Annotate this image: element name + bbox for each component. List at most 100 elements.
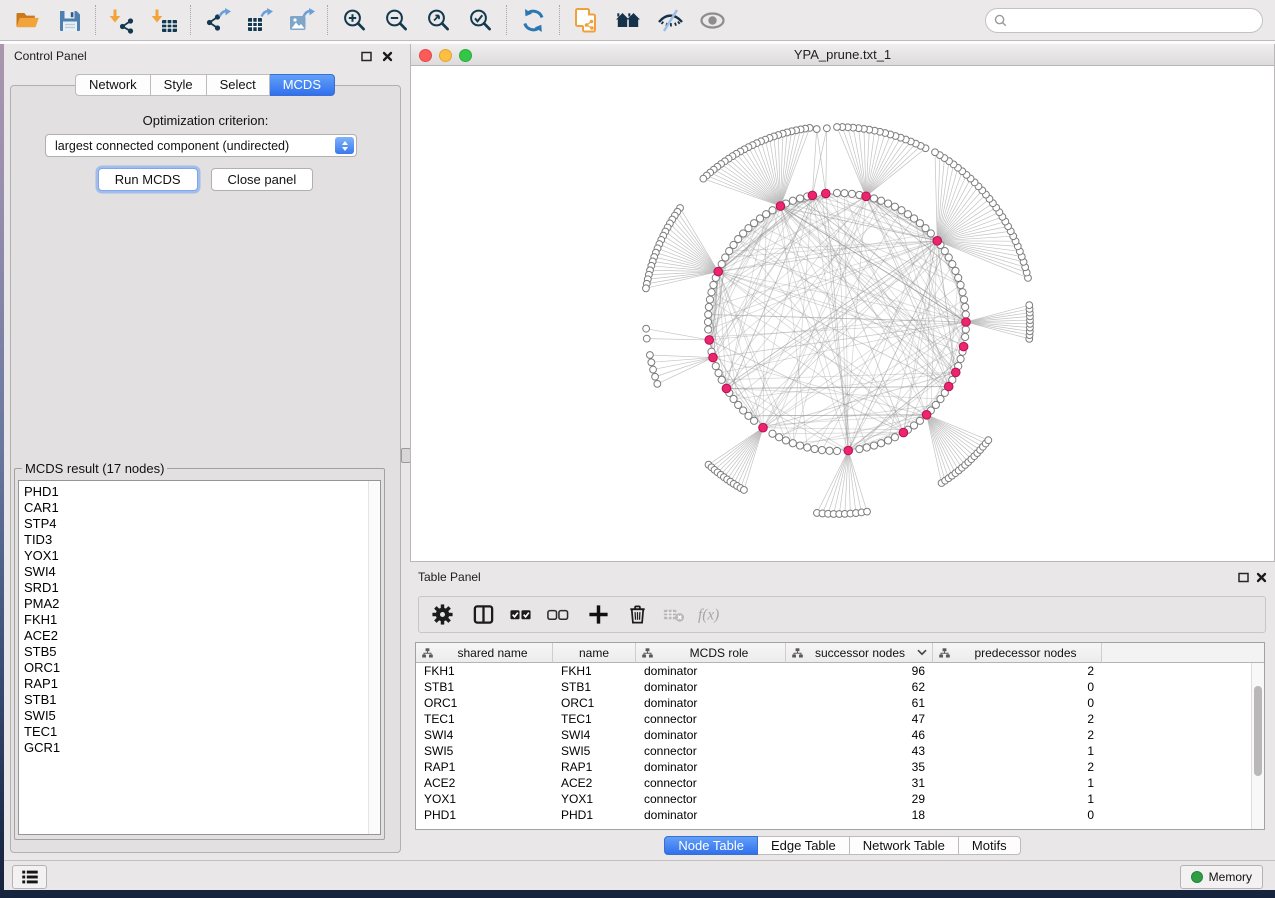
table-row[interactable]: ORC1ORC1dominator610 (416, 695, 1264, 711)
add-row-button[interactable] (587, 600, 610, 630)
zoom-selected-button[interactable] (459, 3, 501, 37)
result-node-item[interactable]: ACE2 (24, 628, 380, 644)
cell-name[interactable]: SWI5 (553, 743, 636, 759)
cell-shared-name[interactable]: FKH1 (416, 663, 553, 679)
result-node-item[interactable]: TEC1 (24, 724, 380, 740)
column-header-predecessor-nodes[interactable]: predecessor nodes (933, 643, 1102, 663)
save-session-button[interactable] (48, 3, 90, 37)
network-canvas[interactable] (411, 66, 1274, 561)
table-scrollbar-thumb[interactable] (1254, 686, 1262, 776)
table-row[interactable]: SWI4SWI4dominator462 (416, 727, 1264, 743)
cell-predecessor-nodes[interactable]: 0 (933, 679, 1102, 695)
export-network-button[interactable] (196, 3, 238, 37)
tab-network[interactable]: Network (75, 74, 151, 96)
zoom-in-button[interactable] (333, 3, 375, 37)
table-row[interactable]: STB1STB1dominator620 (416, 679, 1264, 695)
result-node-item[interactable]: TID3 (24, 532, 380, 548)
criterion-dropdown[interactable]: largest connected component (undirected) (45, 134, 357, 157)
result-node-item[interactable]: SRD1 (24, 580, 380, 596)
cell-name[interactable]: ORC1 (553, 695, 636, 711)
tab-mcds[interactable]: MCDS (270, 74, 335, 96)
tab-edge-table[interactable]: Edge Table (758, 836, 850, 855)
column-header-name[interactable]: name (553, 643, 636, 663)
result-node-item[interactable]: PMA2 (24, 596, 380, 612)
column-header-shared-name[interactable]: shared name (416, 643, 553, 663)
cell-shared-name[interactable]: RAP1 (416, 759, 553, 775)
export-image-button[interactable] (280, 3, 322, 37)
cell-mcds-role[interactable]: connector (636, 791, 786, 807)
cell-predecessor-nodes[interactable]: 2 (933, 663, 1102, 679)
table-row[interactable]: YOX1YOX1connector291 (416, 791, 1264, 807)
result-node-item[interactable]: STB1 (24, 692, 380, 708)
network-graph[interactable] (411, 66, 1274, 561)
cell-name[interactable]: RAP1 (553, 759, 636, 775)
open-file-button[interactable] (6, 3, 48, 37)
cell-shared-name[interactable]: SWI5 (416, 743, 553, 759)
result-list-scrollbar[interactable] (368, 481, 380, 834)
zoom-out-button[interactable] (375, 3, 417, 37)
run-mcds-button[interactable]: Run MCDS (98, 168, 198, 191)
cell-successor-nodes[interactable]: 61 (786, 695, 933, 711)
cell-predecessor-nodes[interactable]: 1 (933, 775, 1102, 791)
delete-rows-button[interactable] (626, 600, 649, 630)
cell-mcds-role[interactable]: dominator (636, 727, 786, 743)
cell-successor-nodes[interactable]: 43 (786, 743, 933, 759)
cell-shared-name[interactable]: SWI4 (416, 727, 553, 743)
export-table-button[interactable] (238, 3, 280, 37)
table-scrollbar[interactable] (1251, 663, 1264, 829)
cell-mcds-role[interactable]: connector (636, 775, 786, 791)
table-row[interactable]: SWI5SWI5connector431 (416, 743, 1264, 759)
import-table-button[interactable] (143, 3, 185, 37)
cell-name[interactable]: STB1 (553, 679, 636, 695)
float-panel-icon[interactable] (361, 51, 372, 61)
tab-style[interactable]: Style (151, 74, 207, 96)
cell-successor-nodes[interactable]: 29 (786, 791, 933, 807)
cell-predecessor-nodes[interactable]: 2 (933, 727, 1102, 743)
cell-predecessor-nodes[interactable]: 0 (933, 807, 1102, 823)
search-input[interactable] (1012, 13, 1254, 27)
column-header-successor-nodes[interactable]: successor nodes (786, 643, 933, 663)
tab-network-table[interactable]: Network Table (850, 836, 959, 855)
refresh-view-button[interactable] (512, 3, 554, 37)
cell-mcds-role[interactable]: connector (636, 743, 786, 759)
zoom-fit-button[interactable] (417, 3, 459, 37)
cell-predecessor-nodes[interactable]: 1 (933, 791, 1102, 807)
cell-mcds-role[interactable]: dominator (636, 679, 786, 695)
cell-successor-nodes[interactable]: 96 (786, 663, 933, 679)
cell-successor-nodes[interactable]: 18 (786, 807, 933, 823)
maximize-window-icon[interactable] (459, 49, 472, 62)
cell-mcds-role[interactable]: dominator (636, 807, 786, 823)
close-window-icon[interactable] (419, 49, 432, 62)
search-box[interactable] (985, 8, 1263, 33)
cell-predecessor-nodes[interactable]: 2 (933, 711, 1102, 727)
table-row[interactable]: PHD1PHD1dominator180 (416, 807, 1264, 823)
cell-shared-name[interactable]: ACE2 (416, 775, 553, 791)
clone-network-button[interactable] (565, 3, 607, 37)
result-node-item[interactable]: YOX1 (24, 548, 380, 564)
cell-name[interactable]: SWI4 (553, 727, 636, 743)
table-row[interactable]: RAP1RAP1dominator352 (416, 759, 1264, 775)
cell-mcds-role[interactable]: connector (636, 711, 786, 727)
tab-node-table[interactable]: Node Table (664, 836, 758, 855)
tab-select[interactable]: Select (207, 74, 270, 96)
cell-shared-name[interactable]: PHD1 (416, 807, 553, 823)
memory-button[interactable]: Memory (1180, 865, 1263, 889)
cell-mcds-role[interactable]: dominator (636, 759, 786, 775)
deselect-all-button[interactable] (546, 600, 569, 630)
table-row[interactable]: FKH1FKH1dominator962 (416, 663, 1264, 679)
cell-successor-nodes[interactable]: 46 (786, 727, 933, 743)
close-panel-icon[interactable] (382, 51, 393, 61)
cell-successor-nodes[interactable]: 47 (786, 711, 933, 727)
result-node-item[interactable]: GCR1 (24, 740, 380, 756)
result-node-item[interactable]: STP4 (24, 516, 380, 532)
import-network-button[interactable] (101, 3, 143, 37)
result-node-item[interactable]: CAR1 (24, 500, 380, 516)
table-row[interactable]: ACE2ACE2connector311 (416, 775, 1264, 791)
network-home-button[interactable] (607, 3, 649, 37)
cell-mcds-role[interactable]: dominator (636, 663, 786, 679)
result-node-item[interactable]: SWI4 (24, 564, 380, 580)
cell-shared-name[interactable]: YOX1 (416, 791, 553, 807)
column-header-mcds-role[interactable]: MCDS role (636, 643, 786, 663)
cell-successor-nodes[interactable]: 35 (786, 759, 933, 775)
result-node-item[interactable]: SWI5 (24, 708, 380, 724)
